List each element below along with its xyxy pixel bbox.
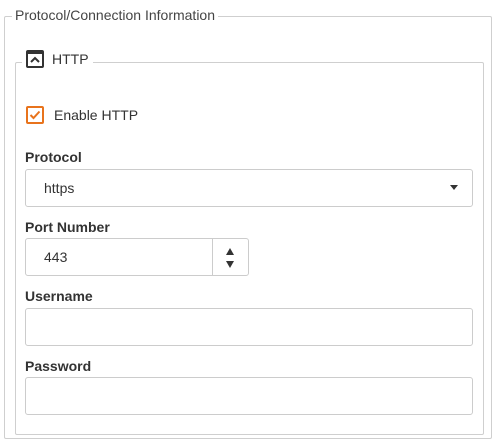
port-number-value: 443 [44, 249, 68, 265]
protocol-label: Protocol [25, 149, 82, 165]
protocol-selected-value: https [44, 180, 75, 196]
enable-http-row: Enable HTTP [26, 106, 138, 124]
port-number-label: Port Number [25, 219, 110, 235]
decrement-arrow-icon[interactable] [226, 261, 234, 268]
port-spinner [212, 239, 248, 275]
increment-arrow-icon[interactable] [226, 248, 234, 255]
collapse-up-icon[interactable] [26, 50, 44, 68]
http-group-title: HTTP [52, 51, 89, 67]
protocol-select[interactable]: https [25, 169, 473, 207]
checkmark-icon [29, 110, 41, 120]
http-group-header: HTTP [22, 50, 93, 68]
username-input[interactable] [25, 308, 473, 346]
password-label: Password [25, 358, 92, 374]
section-title: Protocol/Connection Information [12, 7, 218, 23]
enable-http-checkbox[interactable] [26, 106, 44, 124]
username-label: Username [25, 288, 93, 304]
password-input[interactable] [25, 377, 473, 415]
enable-http-label: Enable HTTP [54, 107, 139, 123]
chevron-down-icon [450, 185, 458, 190]
port-number-stepper[interactable]: 443 [25, 238, 249, 276]
